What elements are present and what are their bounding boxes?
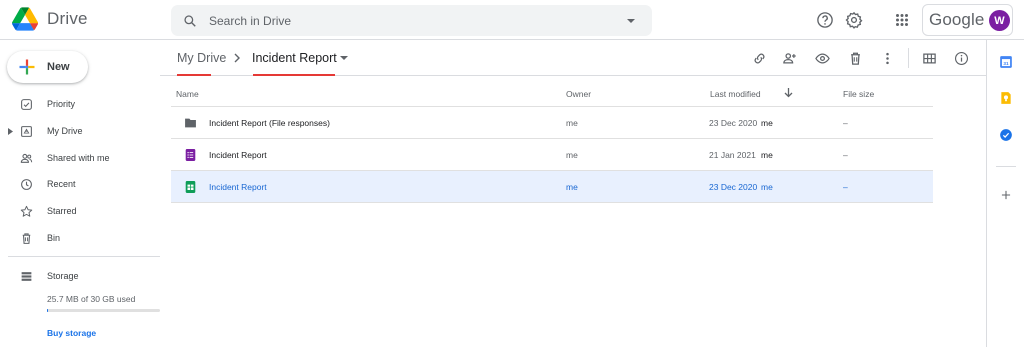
sidebar-item-label: Recent — [47, 179, 76, 189]
storage-progress-fill — [47, 309, 49, 312]
file-size: – — [843, 118, 848, 128]
table-row[interactable]: Incident Report me 21 Jan 2021 me – — [171, 138, 933, 170]
column-header-owner[interactable]: Owner — [566, 89, 591, 99]
sidebar-item-label: Shared with me — [47, 153, 110, 163]
sidebar-item-recent[interactable]: Recent — [0, 174, 160, 194]
table-row-selected[interactable]: Incident Report me 23 Dec 2020 me – — [171, 170, 933, 202]
table-bottom-border — [171, 202, 933, 203]
my-drive-icon — [21, 125, 32, 137]
file-modified-date: 21 Jan 2021 — [709, 150, 756, 160]
app-name: Drive — [47, 9, 88, 28]
top-bar: Drive Search in Drive Google W — [0, 0, 1024, 40]
file-size: – — [843, 182, 848, 192]
add-icon[interactable] — [999, 188, 1013, 202]
sidebar-item-my-drive[interactable]: My Drive — [0, 121, 160, 141]
file-modified-date: 23 Dec 2020 — [709, 182, 758, 192]
tasks-icon[interactable] — [999, 128, 1013, 142]
sidebar-item-label: Bin — [47, 233, 61, 243]
sidebar-item-label: Storage — [47, 271, 79, 281]
annotation-underline — [253, 74, 335, 76]
chevron-down-icon[interactable] — [340, 55, 348, 61]
folder-icon — [185, 118, 196, 128]
preview-icon[interactable] — [815, 51, 830, 66]
priority-icon — [21, 98, 32, 110]
storage-icon — [21, 271, 32, 281]
add-person-icon[interactable] — [782, 51, 797, 66]
file-owner: me — [566, 182, 578, 192]
buy-storage-link[interactable]: Buy storage — [47, 328, 96, 338]
file-name: Incident Report — [209, 182, 267, 192]
file-name: Incident Report — [209, 150, 267, 160]
bin-icon — [22, 232, 31, 244]
storage-used-text: 25.7 MB of 30 GB used — [47, 294, 136, 304]
sidebar-item-label: My Drive — [47, 126, 83, 136]
shared-icon — [20, 153, 33, 163]
sidebar-item-bin[interactable]: Bin — [0, 228, 160, 248]
help-icon[interactable] — [816, 11, 834, 29]
file-modified-date: 23 Dec 2020 — [709, 118, 758, 128]
toolbar-divider — [908, 48, 909, 68]
more-icon[interactable] — [880, 51, 895, 66]
breadcrumb-my-drive[interactable]: My Drive — [177, 51, 226, 65]
column-header-last-modified[interactable]: Last modified — [710, 89, 761, 99]
info-icon[interactable] — [954, 51, 969, 66]
drive-logo-icon — [12, 7, 38, 31]
file-owner: me — [566, 118, 578, 128]
sidebar-item-label: Priority — [47, 99, 76, 109]
expand-arrow-icon[interactable] — [8, 127, 13, 135]
file-modified-by: me — [761, 182, 773, 192]
side-panel: 31 — [986, 40, 1024, 347]
sidebar-item-label: Starred — [47, 206, 77, 216]
file-name: Incident Report (File responses) — [209, 118, 330, 128]
search-input[interactable]: Search in Drive — [209, 14, 626, 28]
sidebar-item-shared-with-me[interactable]: Shared with me — [0, 148, 160, 168]
search-bar[interactable]: Search in Drive — [171, 5, 652, 36]
plus-icon — [19, 59, 35, 75]
google-forms-icon — [185, 149, 196, 161]
search-icon[interactable] — [183, 14, 197, 28]
side-panel-divider — [996, 166, 1016, 167]
file-modified-by: me — [761, 150, 773, 160]
file-modified-by: me — [761, 118, 773, 128]
keep-icon[interactable] — [999, 91, 1013, 105]
column-header-file-size[interactable]: File size — [843, 89, 874, 99]
new-button-label: New — [47, 61, 70, 73]
apps-grid-icon[interactable] — [893, 11, 911, 29]
calendar-icon[interactable]: 31 — [999, 55, 1013, 69]
breadcrumb-current-folder[interactable]: Incident Report — [252, 51, 337, 65]
storage-progress-bar — [47, 309, 160, 312]
file-owner: me — [566, 150, 578, 160]
new-button[interactable]: New — [7, 51, 88, 83]
sidebar-divider — [8, 256, 160, 257]
link-icon[interactable] — [752, 51, 767, 66]
grid-view-icon[interactable] — [922, 51, 937, 66]
drive-logo[interactable]: Drive — [12, 7, 88, 31]
google-wordmark: Google — [929, 10, 985, 29]
sidebar-item-starred[interactable]: Starred — [0, 201, 160, 221]
file-size: – — [843, 150, 848, 160]
avatar[interactable]: W — [989, 10, 1010, 31]
sort-arrow-down-icon[interactable] — [784, 88, 793, 98]
sidebar-item-priority[interactable]: Priority — [0, 94, 160, 114]
chevron-right-icon — [234, 53, 240, 63]
sidebar-item-storage[interactable]: Storage — [0, 266, 160, 286]
breadcrumb: My Drive Incident Report — [160, 40, 986, 76]
google-sheets-icon — [185, 181, 196, 193]
table-row[interactable]: Incident Report (File responses) me 23 D… — [171, 106, 933, 138]
column-header-name[interactable]: Name — [176, 89, 199, 99]
svg-text:31: 31 — [1003, 61, 1009, 66]
star-icon — [20, 205, 33, 217]
annotation-underline — [177, 74, 211, 76]
settings-icon[interactable] — [845, 11, 863, 29]
account-button[interactable]: Google W — [922, 4, 1013, 36]
search-options-icon[interactable] — [626, 16, 636, 26]
delete-icon[interactable] — [848, 51, 863, 66]
recent-icon — [21, 178, 32, 190]
